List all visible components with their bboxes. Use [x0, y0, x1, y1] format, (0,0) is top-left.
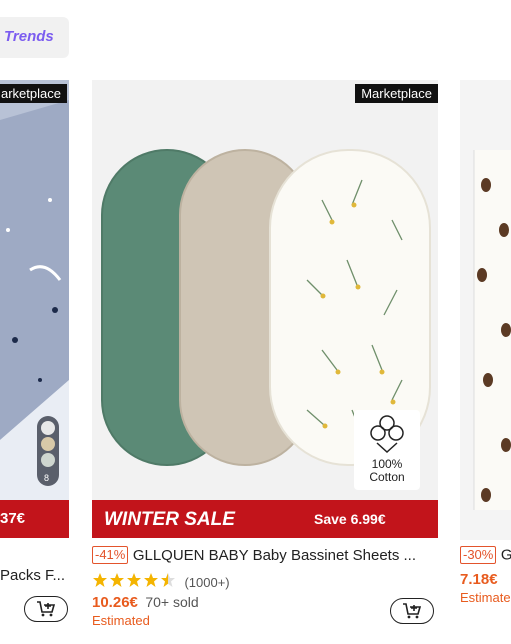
left-add-to-cart-button[interactable]	[24, 596, 68, 622]
left-product-image[interactable]: 8 arketplace	[0, 80, 69, 500]
product-title[interactable]: GLLQUEN BABY Baby Bassinet Sheets ...	[133, 547, 416, 564]
sold-count: 70+ sold	[145, 594, 199, 610]
left-price-banner: 37€	[0, 500, 69, 538]
right-discount-badge: -30%	[460, 546, 497, 564]
price-row: 10.26€ 70+ sold	[92, 594, 199, 612]
bassinet-sheets-illustration	[101, 149, 431, 490]
cotton-badge-label: Cotton	[369, 470, 405, 484]
right-product-image[interactable]	[460, 80, 511, 540]
cotton-badge: 100% Cotton	[354, 458, 420, 484]
center-add-to-cart-button[interactable]	[390, 598, 434, 624]
right-product-title[interactable]: G	[501, 547, 511, 564]
right-estimated-label: Estimate	[460, 590, 511, 605]
rating-stars	[92, 572, 180, 593]
left-product-title[interactable]: Packs F...	[0, 567, 69, 584]
current-price: 10.26€	[92, 594, 138, 611]
svg-text:8: 8	[44, 473, 49, 483]
right-title-row[interactable]: -30% G	[460, 546, 511, 566]
center-product-image[interactable]: Marketplace 100% Cotton	[92, 80, 438, 500]
trends-label: Trends	[4, 28, 54, 45]
center-title-row[interactable]: -41% GLLQUEN BABY Baby Bassinet Sheets .…	[92, 546, 438, 566]
estimated-label: Estimated	[92, 613, 150, 628]
rating-row: (1000+)	[92, 572, 230, 590]
winter-sale-banner: WINTER SALE Save 6.99€	[92, 500, 438, 538]
marketplace-tag: arketplace	[0, 84, 67, 103]
star-icon	[93, 573, 175, 587]
save-amount-label: Save 6.99€	[314, 511, 386, 527]
right-product-illustration	[473, 150, 511, 510]
right-price: 7.18€	[460, 571, 498, 588]
cart-plus-icon	[403, 603, 422, 619]
winter-sale-label: WINTER SALE	[104, 509, 235, 530]
discount-badge: -41%	[92, 546, 129, 564]
left-banner-price: 37€	[0, 510, 26, 527]
trends-button[interactable]: Trends	[0, 17, 69, 58]
cart-plus-icon	[37, 601, 56, 617]
left-product-illustration: 8	[0, 80, 69, 500]
marketplace-tag: Marketplace	[355, 84, 438, 103]
rating-count: (1000+)	[184, 575, 230, 590]
